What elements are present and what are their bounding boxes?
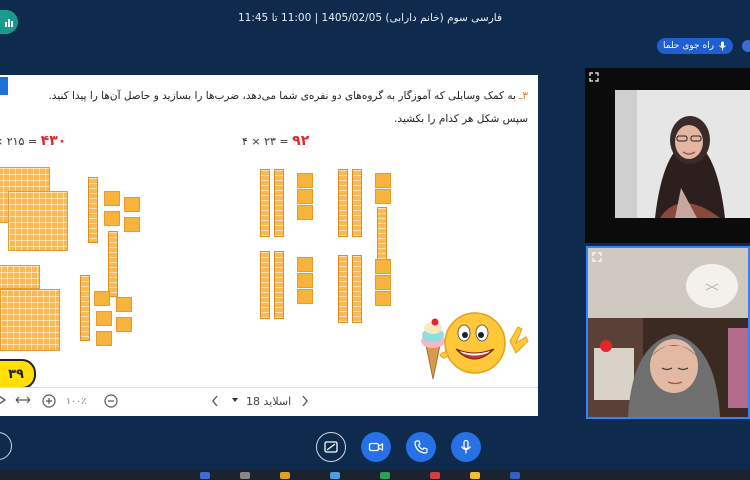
instruction-line-2: سپس شکل هر کدام را بکشید. [394,113,528,125]
unit-cube [297,273,313,288]
microphone-button[interactable] [451,432,481,462]
unit-cube [375,189,391,204]
hundred-flat [8,191,68,251]
zoom-level: ۱۰۰٪ [66,396,87,407]
camera-button[interactable] [361,432,391,462]
unit-cube [94,291,110,306]
unit-cube [96,311,112,326]
user-badge-label: راه جوی حلما [663,41,715,51]
zoom-out-icon[interactable] [104,394,118,413]
ten-rod [260,251,270,319]
expand-video-icon[interactable] [589,72,599,82]
unit-cube [104,191,120,206]
instruction-number: ۳ـ [519,90,528,102]
os-taskbar [0,470,750,480]
screen-share-icon [324,441,338,453]
taskbar-app-icon[interactable] [330,472,340,479]
microphone-icon [460,439,472,454]
fit-width-icon[interactable] [15,394,31,411]
unit-cube [124,197,140,212]
unit-cube [297,173,313,188]
slide-panel: ۳ـ به کمک وسایلی که آموزگار به گروه‌های … [0,75,538,416]
side-panel-toggle[interactable] [0,432,12,460]
unit-cube [375,291,391,306]
unit-cube [124,217,140,232]
call-button[interactable] [406,432,436,462]
taskbar-app-icon[interactable] [380,472,390,479]
user-badge[interactable]: راه جوی حلما [657,38,734,54]
ten-rod [88,177,98,243]
equation-left: × ۲۱۵ = ۴۳۰ [0,133,66,149]
teacher-video [585,68,750,243]
hundred-flat [0,289,60,351]
video-camera-icon [368,442,384,452]
unit-cube [297,189,313,204]
equation-left-expression: × ۲۱۵ = [0,135,38,148]
chart-icon [5,19,13,27]
taskbar-app-icon[interactable] [470,472,480,479]
screen-share-button[interactable] [316,432,346,462]
unit-cube [375,275,391,290]
top-bar: فارسی سوم (خانم دارابی) 1405/02/05 | 11:… [0,0,750,36]
ten-rod [80,275,90,341]
unit-cube [375,173,391,188]
unit-cube [297,289,313,304]
ten-rod [108,231,118,297]
ten-rod [338,169,348,237]
expand-left-icon[interactable] [0,394,7,411]
page-number-badge: ۳۹ [0,359,36,387]
participant-dot [742,40,750,52]
taskbar-app-icon[interactable] [240,472,250,479]
equation-right: ۴ × ۲۳ = ۹۲ [242,133,309,149]
taskbar-app-icon[interactable] [510,472,520,479]
equation-right-expression: ۴ × ۲۳ = [242,135,289,148]
next-slide-icon[interactable] [300,394,310,413]
taskbar-app-icon[interactable] [200,472,210,479]
unit-cube [104,211,120,226]
unit-cube [297,257,313,272]
microphone-icon [719,41,726,51]
slide-content: ۳ـ به کمک وسایلی که آموزگار به گروه‌های … [0,75,538,387]
unit-cube [116,317,132,332]
phone-icon [414,440,428,454]
unit-cube [96,331,112,346]
zoom-in-icon[interactable] [42,394,56,413]
equation-left-result: ۴۳۰ [40,133,67,149]
unit-cube [375,259,391,274]
slide-indicator[interactable]: اسلاید 18 [246,394,291,410]
app-logo [0,10,18,34]
slide-toolbar: ۱۰۰٪ اسلاید 18 [0,387,538,416]
prev-slide-icon[interactable] [210,394,220,413]
slide-side-tab[interactable] [0,77,8,95]
taskbar-app-icon[interactable] [430,472,440,479]
instruction-text: ۳ـ به کمک وسایلی که آموزگار به گروه‌های … [28,85,528,131]
equation-right-result: ۹۲ [292,133,310,149]
ten-rod [260,169,270,237]
slide-dropdown-icon[interactable] [230,394,240,410]
ten-rod [274,251,284,319]
smiley-icecream-icon [421,312,529,380]
unit-cube [297,205,313,220]
taskbar-app-icon[interactable] [280,472,290,479]
ten-rod [352,169,362,237]
hundred-flat [0,265,40,289]
instruction-line-1: به کمک وسایلی که آموزگار به گروه‌های دو … [48,90,520,102]
student-video [586,246,750,419]
session-title: فارسی سوم (خانم دارابی) 1405/02/05 | 11:… [237,12,503,24]
unit-cube [116,297,132,312]
ten-rod [352,255,362,323]
ten-rod [274,169,284,237]
ten-rod [338,255,348,323]
student-video-frame [588,248,748,417]
expand-video-icon[interactable] [592,252,602,262]
teacher-video-frame [585,68,750,243]
